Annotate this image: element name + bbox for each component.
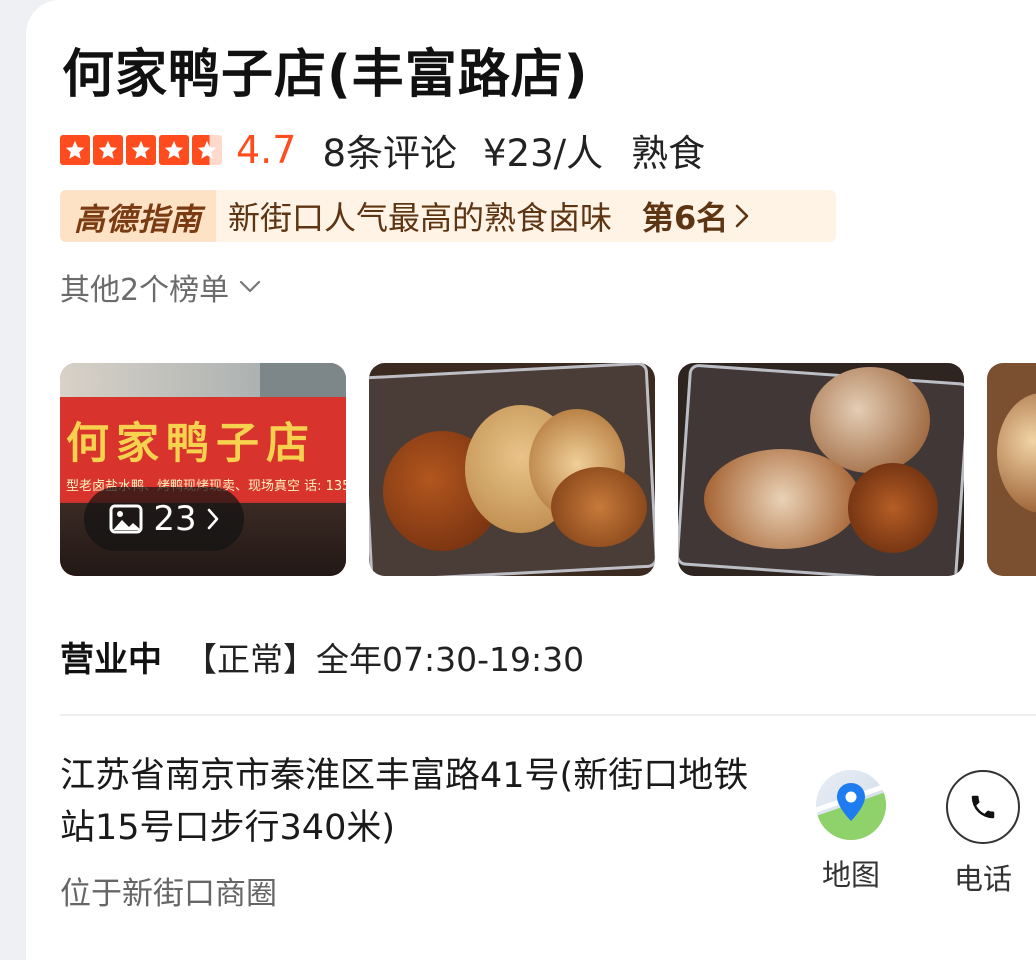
business-hours: 营业中 【正常】全年07:30-19:30: [60, 632, 584, 681]
half-star-icon: [192, 135, 222, 165]
chevron-down-icon: [239, 280, 261, 293]
divider: [60, 714, 1036, 716]
map-label: 地图: [821, 858, 880, 892]
photo-count: 23: [153, 499, 197, 539]
open-status: 营业中: [60, 640, 162, 680]
guide-ranking-text: 新街口人气最高的熟食卤味: [228, 199, 613, 237]
chevron-right-icon: [734, 203, 750, 229]
gaode-guide-logo: 高德指南: [60, 190, 216, 242]
food-photo[interactable]: [987, 363, 1036, 576]
image-icon: [109, 504, 143, 534]
shop-meta: 4.7 8条评论 ¥23/人 熟食: [60, 123, 706, 177]
rating-score: 4.7: [236, 128, 297, 172]
other-lists-label: 其他2个榜单: [60, 273, 230, 308]
storefront-sign-text: 何家鸭子店: [66, 419, 316, 469]
food-photo[interactable]: [678, 363, 964, 576]
storefront-photo[interactable]: 何家鸭子店 型老卤盐水鸭、烤鸭现烤现卖、现场真空 话: 13585119849 …: [60, 363, 346, 576]
map-icon: [816, 770, 886, 840]
map-button[interactable]: 地图: [806, 770, 896, 894]
shop-address: 江苏省南京市秦淮区丰富路41号(新街口地铁站15号口步行340米): [60, 756, 749, 848]
other-lists-toggle[interactable]: 其他2个榜单: [60, 265, 261, 309]
star-icon: [93, 135, 123, 165]
price-per-person: ¥23/人: [482, 132, 604, 175]
shop-name: 何家鸭子店(丰富路店): [62, 45, 589, 105]
food-photo[interactable]: [369, 363, 655, 576]
shop-category: 熟食: [631, 132, 706, 175]
phone-button[interactable]: 电话: [938, 770, 1028, 898]
photo-count-badge[interactable]: 23: [84, 487, 244, 551]
chevron-right-icon: [207, 508, 218, 530]
rating-stars: [60, 135, 222, 165]
star-icon: [126, 135, 156, 165]
guide-rank: 第6名: [642, 199, 729, 237]
review-count-link[interactable]: 8条评论: [322, 123, 457, 177]
business-district: 位于新街口商圈: [60, 876, 277, 912]
guide-ranking-banner[interactable]: 高德指南 新街口人气最高的熟食卤味 第6名: [60, 190, 836, 242]
phone-icon: [946, 770, 1020, 844]
phone-label: 电话: [953, 862, 1012, 896]
star-icon: [60, 135, 90, 165]
hours-text: 【正常】全年07:30-19:30: [184, 639, 585, 679]
star-icon: [159, 135, 189, 165]
